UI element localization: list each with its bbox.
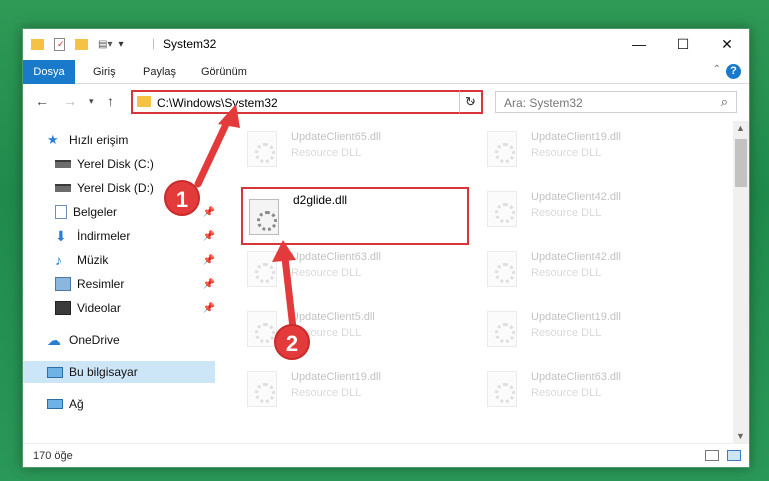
customize-toolbar-icon[interactable]: ▤▾	[98, 39, 112, 50]
drive-icon	[55, 184, 71, 192]
pin-icon[interactable]: 📌	[203, 231, 215, 242]
address-path: C:\Windows\System32	[157, 96, 278, 110]
minimize-button[interactable]: —	[617, 29, 661, 59]
dll-file-icon	[487, 251, 517, 287]
sidebar-item-quick-access[interactable]: ★ Hızlı erişim	[47, 129, 215, 151]
sidebar-item-network[interactable]: Ağ	[47, 393, 215, 415]
computer-icon	[47, 366, 63, 378]
explorer-window: ✓ ▤▾ ▾ | System32 — ☐ ✕ Dosya Giriş Payl…	[22, 28, 750, 468]
file-item[interactable]: UpdateClient42.dll Resource DLL	[481, 243, 701, 295]
tab-view[interactable]: Görünüm	[201, 60, 247, 84]
title-bar: ✓ ▤▾ ▾ | System32 — ☐ ✕	[23, 29, 749, 59]
star-icon: ★	[47, 132, 59, 147]
search-input[interactable]: Ara: System32 ⌕	[495, 91, 737, 113]
vertical-scrollbar[interactable]: ▲ ▼	[733, 121, 749, 443]
documents-icon	[55, 205, 67, 219]
cloud-icon: ☁	[47, 332, 61, 348]
tab-share[interactable]: Paylaş	[143, 60, 176, 84]
back-arrow-icon[interactable]: ←	[35, 93, 49, 109]
file-item[interactable]: UpdateClient63.dll Resource DLL	[241, 243, 461, 295]
sidebar-item-label: İndirmeler	[77, 229, 131, 243]
sidebar-item-label: Resimler	[77, 277, 125, 291]
sidebar-item-disk-c[interactable]: Yerel Disk (C:)	[55, 153, 215, 175]
refresh-button[interactable]: ↻	[459, 90, 483, 114]
dll-file-icon	[247, 311, 277, 347]
sidebar-item-label: Müzik	[77, 253, 109, 267]
drive-icon	[55, 160, 71, 168]
window-title: System32	[163, 37, 217, 51]
quick-access-toolbar: ✓ ▤▾ ▾	[31, 35, 124, 53]
sidebar-item-onedrive[interactable]: ☁ OneDrive	[47, 329, 215, 351]
sidebar-item-downloads[interactable]: ⬇ İndirmeler 📌	[55, 225, 215, 247]
file-list: UpdateClient65.dll Resource DLL d2glide.…	[237, 121, 733, 443]
pin-icon[interactable]: 📌	[203, 255, 215, 266]
dll-file-icon	[487, 311, 517, 347]
music-icon: ♪	[55, 252, 62, 268]
sidebar-item-music[interactable]: ♪ Müzik 📌	[55, 249, 215, 271]
sidebar-item-label: Ağ	[69, 397, 84, 411]
step-2-callout: 2	[274, 324, 310, 360]
navigation-pane: ★ Hızlı erişim Yerel Disk (C:) Yerel Dis…	[23, 121, 215, 443]
tab-file[interactable]: Dosya	[23, 60, 75, 84]
tab-home[interactable]: Giriş	[93, 60, 116, 84]
details-view-icon[interactable]	[705, 450, 719, 461]
search-placeholder: Ara: System32	[504, 96, 583, 110]
sidebar-item-label: Hızlı erişim	[69, 133, 129, 147]
pictures-icon	[55, 277, 71, 291]
pin-icon[interactable]: 📌	[203, 279, 215, 290]
close-button[interactable]: ✕	[705, 29, 749, 59]
sidebar-item-label: Belgeler	[73, 205, 118, 219]
dll-file-icon	[247, 251, 277, 287]
step-1-callout: 1	[164, 180, 200, 216]
folder-icon	[137, 96, 151, 107]
sidebar-item-label: OneDrive	[69, 333, 120, 347]
scroll-down-icon[interactable]: ▼	[736, 431, 745, 441]
dll-file-icon	[247, 131, 277, 167]
sidebar-item-pictures[interactable]: Resimler 📌	[55, 273, 215, 295]
download-icon: ⬇	[55, 228, 67, 244]
folder-icon[interactable]	[31, 38, 44, 50]
large-icons-view-icon[interactable]	[727, 450, 741, 461]
dll-file-icon	[487, 371, 517, 407]
file-item[interactable]: UpdateClient65.dll Resource DLL	[241, 123, 461, 175]
sidebar-item-label: Bu bilgisayar	[69, 365, 138, 379]
sidebar-item-this-pc[interactable]: Bu bilgisayar	[23, 361, 215, 383]
sidebar-item-label: Yerel Disk (C:)	[77, 157, 154, 171]
sidebar-item-label: Yerel Disk (D:)	[77, 181, 154, 195]
sidebar-item-label: Videolar	[77, 301, 121, 315]
pin-icon[interactable]: 📌	[203, 303, 215, 314]
file-item[interactable]: UpdateClient19.dll Resource DLL	[481, 303, 701, 355]
file-item[interactable]: UpdateClient63.dll Resource DLL	[481, 363, 701, 415]
up-arrow-icon[interactable]: ↑	[107, 93, 114, 109]
file-item-d2glide[interactable]: d2glide.dll	[241, 187, 469, 245]
maximize-button[interactable]: ☐	[661, 29, 705, 59]
network-icon	[47, 399, 63, 409]
collapse-ribbon-icon[interactable]: ⌃	[713, 64, 721, 75]
properties-icon[interactable]: ✓	[54, 37, 65, 51]
navigation-row: ← → ▾ ↑ C:\Windows\System32 ⌄ ↻ Ara: Sys…	[23, 85, 749, 119]
dll-file-icon	[487, 191, 517, 227]
file-item[interactable]: UpdateClient19.dll Resource DLL	[481, 123, 701, 175]
address-bar[interactable]: C:\Windows\System32 ⌄	[131, 90, 483, 114]
pin-icon[interactable]: 📌	[203, 207, 215, 218]
scroll-up-icon[interactable]: ▲	[736, 123, 745, 133]
ribbon-tabs: Dosya Giriş Paylaş Görünüm ⌃ ?	[23, 60, 749, 84]
status-bar: 170 öğe	[23, 443, 749, 467]
search-icon: ⌕	[720, 94, 728, 109]
sidebar-item-videos[interactable]: Videolar 📌	[55, 297, 215, 319]
dll-file-icon	[487, 131, 517, 167]
new-folder-icon[interactable]	[75, 38, 88, 50]
chevron-down-icon[interactable]: ▾	[118, 39, 123, 50]
file-item[interactable]: UpdateClient42.dll Resource DLL	[481, 183, 701, 235]
dll-file-icon	[249, 199, 279, 235]
file-item[interactable]: UpdateClient19.dll Resource DLL	[241, 363, 461, 415]
scrollbar-thumb[interactable]	[735, 139, 747, 187]
forward-arrow-icon[interactable]: →	[63, 93, 77, 109]
item-count: 170 öğe	[33, 450, 73, 462]
recent-locations-icon[interactable]: ▾	[89, 96, 94, 107]
help-icon[interactable]: ?	[726, 64, 741, 79]
dll-file-icon	[247, 371, 277, 407]
videos-icon	[55, 301, 71, 315]
